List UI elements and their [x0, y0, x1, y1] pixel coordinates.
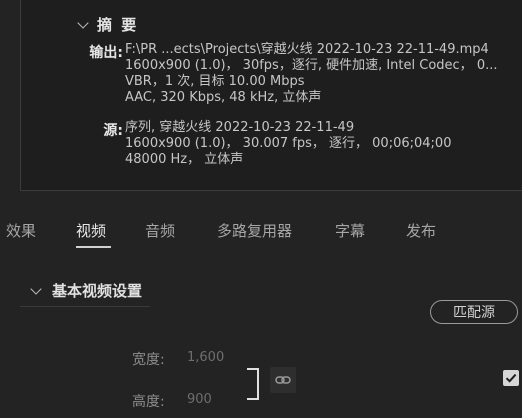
tab-captions[interactable]: 字幕 — [335, 220, 365, 241]
chevron-down-icon[interactable] — [30, 282, 42, 295]
section-divider — [20, 306, 150, 307]
output-line: 1600x900 (1.0)， 30fps，逐行, 硬件加速, Intel Co… — [125, 58, 498, 73]
tab-effects[interactable]: 效果 — [6, 220, 36, 241]
source-line: 序列, 穿越火线 2022-10-23 22-11-49 — [125, 120, 355, 135]
width-label: 宽度: — [132, 352, 165, 368]
link-aspect-button[interactable] — [270, 367, 296, 393]
height-label: 高度: — [132, 394, 165, 410]
source-details: 序列, 穿越火线 2022-10-23 22-11-49 1600x900 (1… — [125, 120, 451, 168]
tab-publish[interactable]: 发布 — [406, 220, 436, 241]
source-line: 1600x900 (1.0)， 30.007 fps， 逐行， 00;06;04… — [125, 136, 452, 151]
source-label: 源: — [103, 123, 123, 139]
lock-checkbox[interactable] — [503, 370, 519, 386]
aspect-bracket — [247, 368, 259, 400]
output-line: VBR，1 次, 目标 10.00 Mbps — [125, 74, 305, 89]
active-tab-indicator — [76, 246, 111, 248]
tab-video[interactable]: 视频 — [76, 220, 106, 241]
output-line: AAC, 320 Kbps, 48 kHz, 立体声 — [125, 90, 322, 105]
chevron-down-icon[interactable] — [77, 16, 89, 29]
basic-video-settings-header[interactable]: 基本视频设置 — [30, 280, 143, 301]
height-field[interactable]: 900 — [187, 392, 212, 407]
output-details: F:\PR ...ects\Projects\穿越火线 2022-10-23 2… — [125, 42, 498, 106]
output-summary: 输出: F:\PR ...ects\Projects\穿越火线 2022-10-… — [83, 42, 498, 106]
section-title: 基本视频设置 — [52, 282, 143, 300]
output-label: 输出: — [89, 45, 123, 61]
source-summary: 源: 序列, 穿越火线 2022-10-23 22-11-49 1600x900… — [83, 120, 451, 168]
summary-header[interactable]: 摘 要 — [77, 14, 139, 35]
width-field[interactable]: 1,600 — [187, 350, 224, 365]
source-line: 48000 Hz， 立体声 — [125, 152, 244, 167]
tab-multiplexer[interactable]: 多路复用器 — [217, 220, 292, 241]
settings-tabs: 效果 视频 音频 多路复用器 字幕 发布 — [0, 220, 522, 248]
summary-title: 摘 要 — [97, 16, 139, 34]
summary-panel: 摘 要 输出: F:\PR ...ects\Projects\穿越火线 2022… — [20, 0, 522, 191]
tab-audio[interactable]: 音频 — [145, 220, 175, 241]
output-line: F:\PR ...ects\Projects\穿越火线 2022-10-23 2… — [125, 42, 489, 57]
checkmark-icon — [505, 373, 517, 383]
match-source-button[interactable]: 匹配源 — [430, 300, 518, 324]
chain-link-icon — [275, 376, 291, 384]
